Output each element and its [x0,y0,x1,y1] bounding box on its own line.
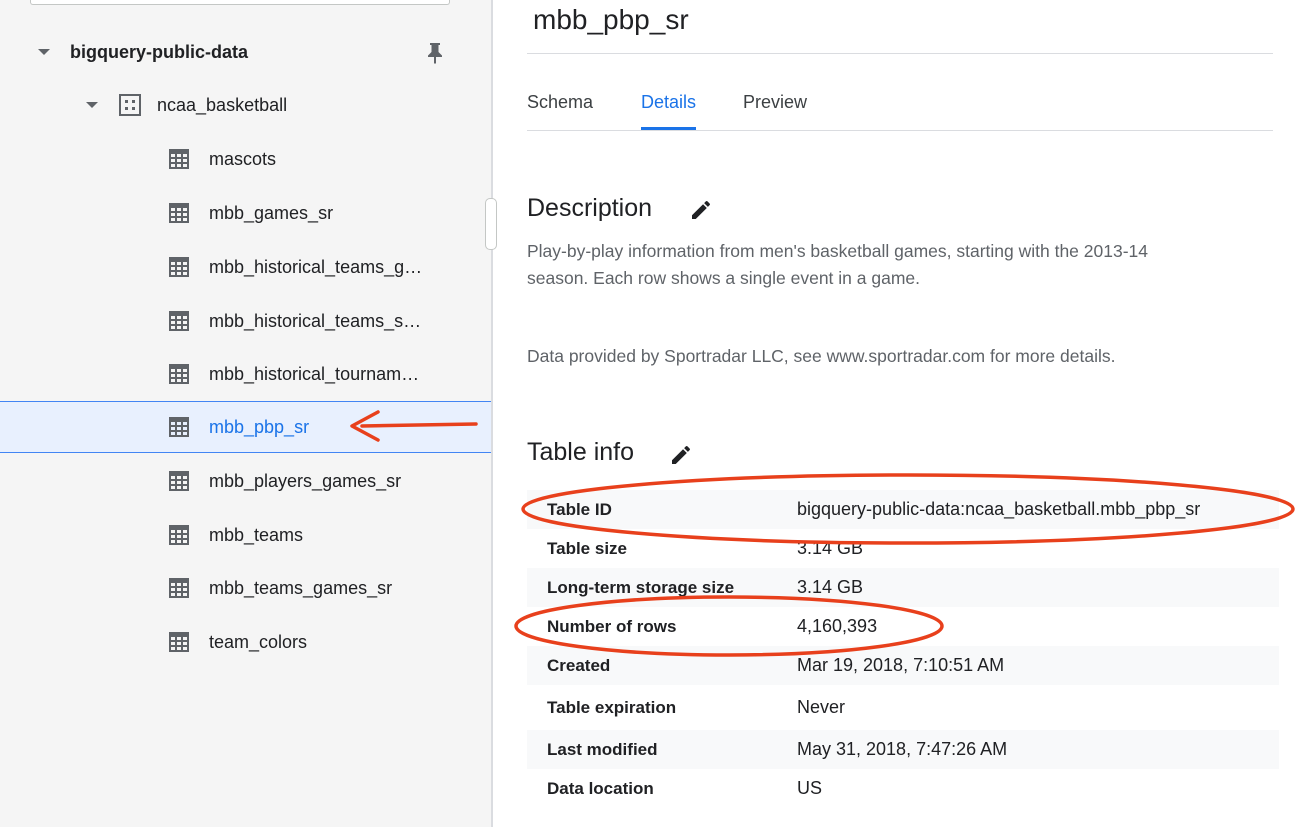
table-row-mbb-games-sr[interactable]: mbb_games_sr [0,187,491,239]
info-value: Mar 19, 2018, 7:10:51 AM [797,655,1005,675]
table-label: mbb_games_sr [209,202,334,223]
table-row-mbb-teams[interactable]: mbb_teams [0,509,491,561]
info-value: bigquery-public-data:ncaa_basketball.mbb… [797,499,1201,519]
table-details-panel: mbb_pbp_sr Schema Details Preview Descri… [493,0,1300,827]
table-label: team_colors [209,631,308,652]
table-info-list: Table ID bigquery-public-data:ncaa_baske… [527,490,1279,808]
tab-details[interactable]: Details [641,92,697,130]
table-row-mbb-players-games-sr[interactable]: mbb_players_games_sr [0,455,491,507]
info-row-number-of-rows: Number of rows 4,160,393 [527,607,1279,646]
dataset-label: ncaa_basketball [157,94,288,115]
table-row-mbb-historical-teams-s[interactable]: mbb_historical_teams_s… [0,295,491,347]
table-icon [169,417,189,437]
tab-schema[interactable]: Schema [527,92,593,130]
explorer-search-box[interactable] [30,0,450,5]
table-icon [169,203,189,223]
info-key: Table expiration [547,697,677,717]
table-label: mbb_historical_teams_g… [209,256,423,277]
table-row-team-colors[interactable]: team_colors [0,616,491,668]
details-tabs: Schema Details Preview [527,86,1273,131]
info-row-long-term-storage-size: Long-term storage size 3.14 GB [527,568,1279,607]
description-line-2: season. Each row shows a single event in… [527,268,920,288]
info-value: US [797,778,823,798]
info-key: Last modified [547,739,658,759]
info-value: 3.14 GB [797,538,864,558]
table-label: mascots [209,148,277,169]
info-key: Table size [547,538,627,558]
table-icon [169,149,189,169]
info-key: Data location [547,778,654,798]
description-line-1: Play-by-play information from men's bask… [527,241,1148,261]
explorer-panel: bigquery-public-data ncaa_basketball mas… [0,0,493,827]
info-value: 4,160,393 [797,616,878,636]
table-icon [169,471,189,491]
table-label: mbb_historical_tournam… [209,363,420,384]
table-row-mbb-historical-tournam[interactable]: mbb_historical_tournam… [0,348,491,400]
info-row-table-expiration: Table expiration Never [527,685,1279,730]
description-provider: Data provided by Sportradar LLC, see www… [527,346,1116,366]
table-label: mbb_teams_games_sr [209,577,393,598]
info-key: Number of rows [547,616,677,636]
table-icon [169,578,189,598]
table-icon [169,525,189,545]
info-row-created: Created Mar 19, 2018, 7:10:51 AM [527,646,1279,685]
table-icon [169,632,189,652]
table-label: mbb_teams [209,524,304,545]
dataset-row[interactable]: ncaa_basketball [0,79,491,131]
pin-icon[interactable] [426,42,444,64]
table-icon [169,311,189,331]
edit-table-info-pencil-icon[interactable] [669,443,693,467]
table-info-heading: Table info [527,438,635,466]
table-label: mbb_players_games_sr [209,470,402,491]
expand-caret-icon[interactable] [86,102,98,108]
dataset-icon [119,94,141,116]
info-key: Created [547,655,611,675]
table-row-mascots[interactable]: mascots [0,133,491,185]
info-value: 3.14 GB [797,577,864,597]
info-row-last-modified: Last modified May 31, 2018, 7:47:26 AM [527,730,1279,769]
info-row-table-id: Table ID bigquery-public-data:ncaa_baske… [527,490,1279,529]
table-label: mbb_pbp_sr [209,416,310,437]
description-heading: Description [527,194,653,222]
table-row-mbb-teams-games-sr[interactable]: mbb_teams_games_sr [0,562,491,614]
info-value: May 31, 2018, 7:47:26 AM [797,739,1008,759]
page-title: mbb_pbp_sr [533,4,689,35]
info-row-data-location: Data location US [527,769,1279,808]
table-row-mbb-pbp-sr[interactable]: mbb_pbp_sr [0,401,491,453]
info-row-table-size: Table size 3.14 GB [527,529,1279,568]
table-row-mbb-historical-teams-g[interactable]: mbb_historical_teams_g… [0,241,491,293]
info-value: Never [797,697,846,717]
project-row[interactable]: bigquery-public-data [0,26,491,78]
tab-preview[interactable]: Preview [743,92,807,130]
info-key: Long-term storage size [547,577,735,597]
info-key: Table ID [547,499,612,519]
table-icon [169,257,189,277]
divider [527,53,1273,54]
edit-description-pencil-icon[interactable] [689,198,713,222]
project-label: bigquery-public-data [70,41,249,62]
table-icon [169,364,189,384]
table-label: mbb_historical_teams_s… [209,310,422,331]
expand-caret-icon[interactable] [38,49,50,55]
